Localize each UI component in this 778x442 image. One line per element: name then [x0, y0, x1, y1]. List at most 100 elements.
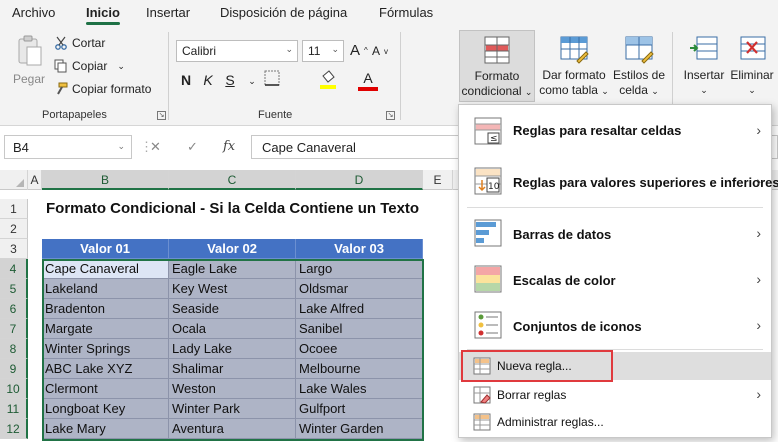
row-header[interactable]: 2: [0, 219, 28, 239]
name-box[interactable]: B4 ⌄: [4, 135, 132, 159]
table-cell[interactable]: Longboat Key: [42, 399, 169, 419]
paste-button[interactable]: Pegar: [10, 34, 48, 87]
cut-button[interactable]: Cortar: [54, 36, 105, 50]
table-cell[interactable]: Largo: [296, 259, 423, 279]
menu-item-highlight-rules[interactable]: ≤ Reglas para resaltar celdas ›: [459, 111, 771, 151]
table-header-cell[interactable]: Valor 03: [296, 239, 423, 259]
table-cell[interactable]: Oldsmar: [296, 279, 423, 299]
row-header[interactable]: 1: [0, 199, 28, 219]
table-cell[interactable]: Lakeland: [42, 279, 169, 299]
insert-cells-button[interactable]: Insertar ⌄: [680, 34, 728, 98]
enter-icon[interactable]: ✓: [187, 139, 198, 155]
clipboard-launcher-icon[interactable]: ↘: [157, 111, 166, 120]
delete-cells-button[interactable]: Eliminar ⌄: [728, 34, 776, 98]
grow-font-button[interactable]: A ^: [350, 42, 368, 59]
table-header-cell[interactable]: Valor 01: [42, 239, 169, 259]
paintbrush-icon: [54, 82, 68, 96]
chevron-down-icon: ⌄: [285, 44, 293, 54]
column-header-c[interactable]: C: [169, 170, 296, 190]
menu-item-label: Escalas de color: [513, 273, 616, 288]
chevron-down-icon[interactable]: ⌄: [117, 61, 125, 72]
row-header[interactable]: 3: [0, 239, 28, 259]
row-header[interactable]: 5: [0, 279, 28, 299]
conditional-formatting-button[interactable]: Formato condicional ⌄: [459, 30, 535, 102]
font-launcher-icon[interactable]: ↘: [386, 111, 395, 120]
active-cell[interactable]: Cape Canaveral: [42, 259, 169, 279]
menu-item-manage-rules[interactable]: Administrar reglas...: [459, 409, 771, 435]
table-cell[interactable]: Lady Lake: [169, 339, 296, 359]
table-cell[interactable]: Key West: [169, 279, 296, 299]
row-header[interactable]: 6: [0, 299, 28, 319]
shrink-font-button[interactable]: Av: [372, 44, 388, 58]
table-cell[interactable]: Shalimar: [169, 359, 296, 379]
table-cell[interactable]: Lake Mary: [42, 419, 169, 439]
tab-archivo[interactable]: Archivo: [12, 5, 55, 20]
table-cell[interactable]: Margate: [42, 319, 169, 339]
color-scales-icon: [473, 264, 503, 294]
column-header-d[interactable]: D: [296, 170, 423, 190]
column-header-a[interactable]: A: [28, 170, 42, 190]
borders-button[interactable]: [262, 70, 282, 89]
menu-item-new-rule[interactable]: Nueva regla...: [459, 352, 771, 380]
svg-text:≤: ≤: [490, 134, 498, 144]
table-cell[interactable]: Ocala: [169, 319, 296, 339]
table-cell[interactable]: Sanibel: [296, 319, 423, 339]
menu-item-top-bottom-rules[interactable]: 10 Reglas para valores superiores e infe…: [459, 159, 778, 203]
table-cell[interactable]: Clermont: [42, 379, 169, 399]
paint-bucket-icon: [320, 70, 336, 89]
table-cell[interactable]: Lake Alfred: [296, 299, 423, 319]
row-header[interactable]: 12: [0, 419, 28, 439]
table-cell[interactable]: Winter Park: [169, 399, 296, 419]
menu-item-color-scales[interactable]: Escalas de color ›: [459, 257, 771, 301]
italic-button[interactable]: K: [198, 72, 218, 88]
column-header-e[interactable]: E: [423, 170, 453, 190]
chevron-down-icon[interactable]: ⌄: [242, 76, 262, 87]
conditional-formatting-label-2: condicional ⌄: [461, 84, 533, 98]
cell-styles-label-1: Estilos de: [612, 68, 666, 82]
font-color-button[interactable]: A: [358, 70, 378, 91]
shrink-font-icon: A: [372, 44, 381, 58]
tab-disposicion-pagina[interactable]: Disposición de página: [220, 5, 347, 20]
table-cell[interactable]: Ocoee: [296, 339, 423, 359]
tab-formulas[interactable]: Fórmulas: [379, 5, 433, 20]
format-painter-button[interactable]: Copiar formato: [54, 82, 151, 96]
table-cell[interactable]: Winter Springs: [42, 339, 169, 359]
table-cell[interactable]: Bradenton: [42, 299, 169, 319]
copy-button[interactable]: Copiar ⌄: [54, 59, 125, 73]
cell-styles-button[interactable]: Estilos de celda ⌄: [611, 34, 667, 99]
tab-insertar[interactable]: Insertar: [146, 5, 190, 20]
cancel-icon[interactable]: ✕: [150, 139, 161, 155]
row-header[interactable]: 11: [0, 399, 28, 419]
menu-item-clear-rules[interactable]: Borrar reglas ›: [459, 382, 771, 408]
table-cell[interactable]: Weston: [169, 379, 296, 399]
format-as-table-button[interactable]: Dar formato como tabla ⌄: [537, 34, 611, 99]
tab-inicio[interactable]: Inicio: [86, 5, 120, 25]
table-cell[interactable]: Eagle Lake: [169, 259, 296, 279]
font-size-select[interactable]: 11 ⌄: [302, 40, 344, 62]
row-header[interactable]: 9: [0, 359, 28, 379]
column-header-b[interactable]: B: [42, 170, 169, 190]
insert-function-icon[interactable]: fx: [223, 139, 235, 154]
ribbon-tab-bar: Archivo Inicio Insertar Disposición de p…: [0, 0, 778, 26]
table-cell[interactable]: ABC Lake XYZ: [42, 359, 169, 379]
row-header[interactable]: 8: [0, 339, 28, 359]
table-cell[interactable]: Gulfport: [296, 399, 423, 419]
table-cell[interactable]: Seaside: [169, 299, 296, 319]
table-cell[interactable]: Melbourne: [296, 359, 423, 379]
fill-color-button[interactable]: [318, 70, 338, 93]
cell-styles-icon: [624, 34, 654, 64]
underline-button[interactable]: S: [220, 72, 240, 88]
select-all-corner[interactable]: [0, 170, 28, 190]
font-name-select[interactable]: Calibri ⌄: [176, 40, 298, 62]
row-header[interactable]: 4: [0, 259, 28, 279]
table-cell[interactable]: Aventura: [169, 419, 296, 439]
row-header[interactable]: 7: [0, 319, 28, 339]
menu-item-icon-sets[interactable]: Conjuntos de iconos ›: [459, 303, 771, 347]
table-cell[interactable]: Winter Garden: [296, 419, 423, 439]
top-bottom-icon: 10: [473, 166, 503, 196]
table-cell[interactable]: Lake Wales: [296, 379, 423, 399]
table-header-cell[interactable]: Valor 02: [169, 239, 296, 259]
menu-item-data-bars[interactable]: Barras de datos ›: [459, 211, 771, 255]
row-header[interactable]: 10: [0, 379, 28, 399]
bold-button[interactable]: N: [176, 72, 196, 88]
